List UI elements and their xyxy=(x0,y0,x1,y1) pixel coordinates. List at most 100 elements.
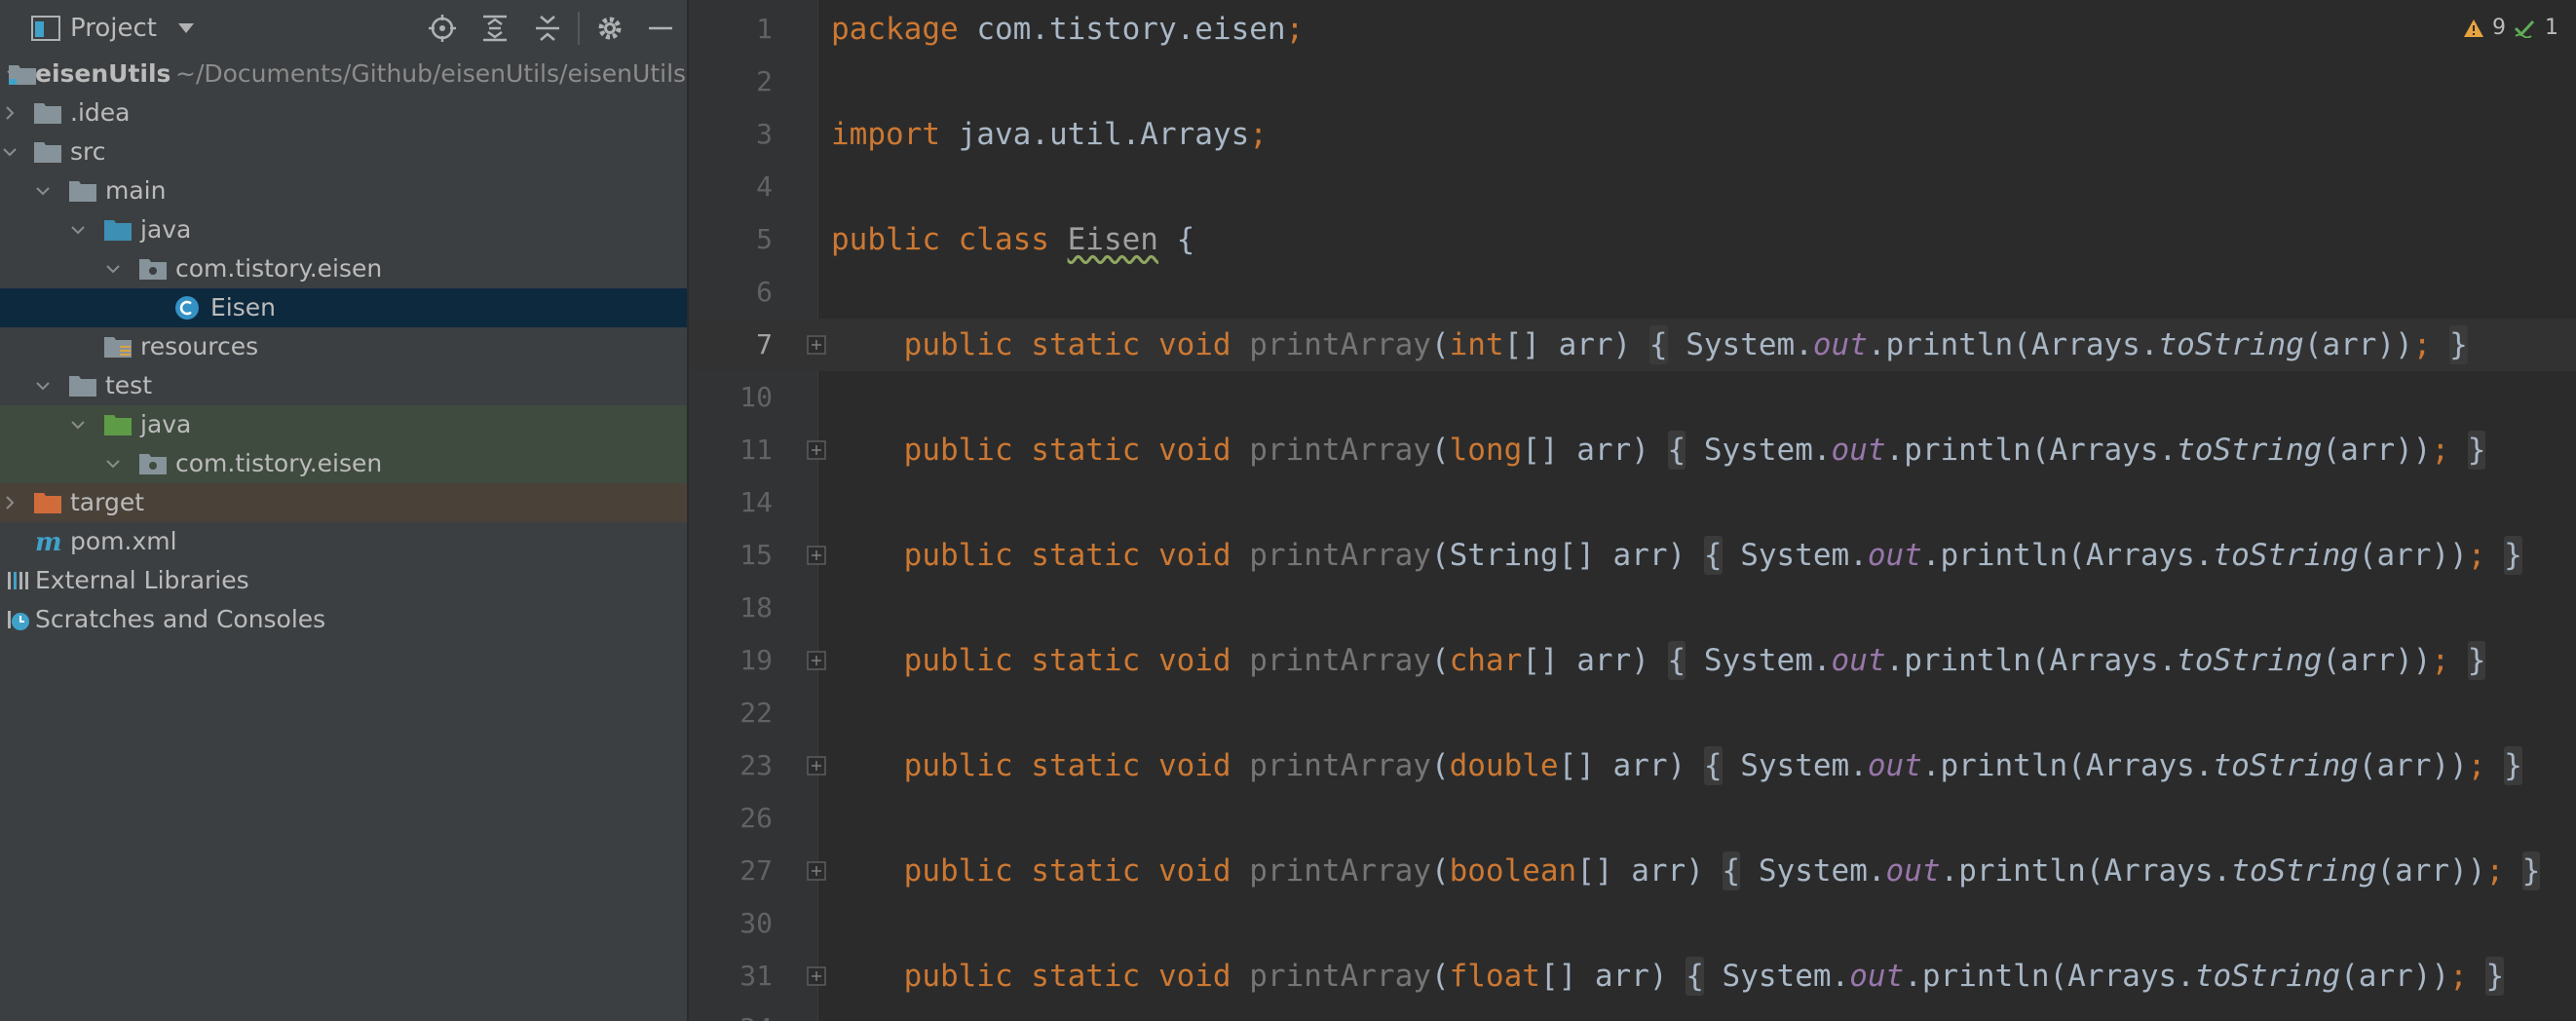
inspection-widget[interactable]: 9 1 xyxy=(2463,12,2558,45)
chevron-down-icon[interactable] xyxy=(2,144,18,160)
folded-brace-token[interactable]: } xyxy=(2449,325,2468,364)
tree-item-pom[interactable]: m pom.xml xyxy=(0,522,687,561)
tree-item-main-java[interactable]: java xyxy=(0,210,687,249)
folded-brace-token[interactable]: { xyxy=(1648,325,1668,364)
gear-icon[interactable] xyxy=(594,13,625,44)
folded-brace-token[interactable]: { xyxy=(1703,536,1723,575)
code-line[interactable]: public static void printArray(int[] arr)… xyxy=(831,319,2468,371)
tree-item-src[interactable]: src xyxy=(0,132,687,171)
line-number: 27 xyxy=(739,854,773,887)
code-line[interactable]: import java.util.Arrays; xyxy=(831,108,1268,161)
chevron-right-icon[interactable] xyxy=(2,495,18,510)
tree-item-target[interactable]: target xyxy=(0,483,687,522)
keyword-token: import xyxy=(831,117,940,152)
code-line[interactable]: package com.tistory.eisen; xyxy=(831,3,1304,56)
code-line[interactable]: public static void printArray(float[] ar… xyxy=(831,950,2505,1002)
collapse-all-icon[interactable] xyxy=(532,13,563,44)
line-number: 19 xyxy=(739,644,773,676)
chevron-down-icon[interactable] xyxy=(35,183,51,199)
code-token: .println(Arrays. xyxy=(1921,538,2214,573)
resources-folder-icon xyxy=(104,337,132,358)
fold-expand-icon[interactable] xyxy=(806,755,827,776)
semicolon-token: ; xyxy=(2467,748,2486,783)
tree-item-resources[interactable]: resources xyxy=(0,327,687,366)
tree-item-eisenutils-module[interactable]: eisenUtils ~/Documents/Github/eisenUtils… xyxy=(0,55,687,94)
minimize-icon[interactable] xyxy=(645,13,676,44)
semicolon-token: ; xyxy=(2467,538,2486,573)
code-line[interactable]: public static void printArray(long[] arr… xyxy=(831,424,2486,476)
keyword-token: boolean xyxy=(1449,853,1577,889)
project-view-selector[interactable]: Project xyxy=(70,10,157,47)
chevron-down-icon[interactable] xyxy=(105,261,121,277)
tree-item-label: main xyxy=(105,176,167,205)
code-line[interactable]: public static void printArray(String[] a… xyxy=(831,529,2522,582)
line-number: 14 xyxy=(739,486,773,518)
tree-item-scratches[interactable]: Scratches and Consoles xyxy=(0,600,687,639)
line-number: 26 xyxy=(739,802,773,834)
code-token: { xyxy=(1157,222,1195,257)
tree-item-test[interactable]: test xyxy=(0,366,687,405)
fold-expand-icon[interactable] xyxy=(806,650,827,671)
folded-brace-token[interactable]: { xyxy=(1667,641,1686,680)
folded-brace-token[interactable]: { xyxy=(1703,746,1723,785)
fold-expand-icon[interactable] xyxy=(806,439,827,461)
line-number: 31 xyxy=(739,960,773,992)
tree-item-test-package[interactable]: com.tistory.eisen xyxy=(0,444,687,483)
expand-all-icon[interactable] xyxy=(479,13,511,44)
folded-brace-token[interactable]: { xyxy=(1686,957,1704,996)
code-token: (arr)) xyxy=(2358,748,2468,783)
method-name-token: printArray xyxy=(1249,538,1431,573)
tree-item-label: eisenUtils xyxy=(35,59,171,88)
locate-icon[interactable] xyxy=(427,13,458,44)
code-line[interactable]: public static void printArray(char[] arr… xyxy=(831,634,2486,687)
code-line[interactable]: public class Eisen { xyxy=(831,213,1194,266)
chevron-down-icon[interactable] xyxy=(35,378,51,394)
semicolon-token: ; xyxy=(2485,853,2505,889)
folded-brace-token[interactable]: } xyxy=(2467,431,2486,470)
folded-brace-token[interactable]: { xyxy=(1667,431,1686,470)
code-token: (arr)) xyxy=(2358,538,2468,573)
keyword-token: package xyxy=(831,12,959,47)
chevron-down-icon[interactable] xyxy=(105,456,121,472)
code-line[interactable]: public static void printArray(boolean[] … xyxy=(831,845,2541,897)
tree-item-test-java[interactable]: java xyxy=(0,405,687,444)
folded-brace-token[interactable]: } xyxy=(2485,957,2505,996)
tree-item-idea[interactable]: .idea xyxy=(0,94,687,132)
java-class-icon xyxy=(175,296,199,320)
static-field-token: out xyxy=(1831,643,1886,678)
folded-brace-token[interactable]: } xyxy=(2467,641,2486,680)
tree-item-label: .idea xyxy=(70,98,131,127)
fold-expand-icon[interactable] xyxy=(806,965,827,987)
method-name-token: printArray xyxy=(1249,433,1431,468)
tree-item-label: java xyxy=(140,410,192,438)
tree-item-main-package[interactable]: com.tistory.eisen xyxy=(0,249,687,288)
tree-item-main[interactable]: main xyxy=(0,171,687,210)
fold-expand-icon[interactable] xyxy=(806,334,827,356)
chevron-down-icon[interactable] xyxy=(70,417,86,433)
method-name-token: printArray xyxy=(1249,327,1431,362)
chevron-down-icon[interactable] xyxy=(70,222,86,238)
folded-brace-token[interactable]: } xyxy=(2521,851,2541,890)
code-editor[interactable]: 1 package com.tistory.eisen; 2 3 import java… xyxy=(689,0,2576,1021)
tree-item-external-libraries[interactable]: External Libraries xyxy=(0,561,687,600)
folded-brace-token[interactable]: } xyxy=(2504,536,2522,575)
chevron-down-icon[interactable] xyxy=(177,21,195,35)
fold-expand-icon[interactable] xyxy=(806,545,827,566)
chevron-right-icon[interactable] xyxy=(2,105,18,121)
folded-brace-token[interactable]: } xyxy=(2504,746,2522,785)
fold-expand-icon[interactable] xyxy=(806,860,827,882)
tree-item-label: resources xyxy=(140,332,259,360)
project-toolbar: Project xyxy=(0,0,687,57)
code-token: ( xyxy=(1430,643,1450,678)
tree-item-eisen-class[interactable]: Eisen xyxy=(0,288,687,327)
static-method-token: toString xyxy=(2213,538,2359,573)
folded-brace-token[interactable]: { xyxy=(1722,851,1741,890)
line-number: 23 xyxy=(739,749,773,781)
code-line[interactable]: public static void printArray(double[] a… xyxy=(831,739,2522,792)
